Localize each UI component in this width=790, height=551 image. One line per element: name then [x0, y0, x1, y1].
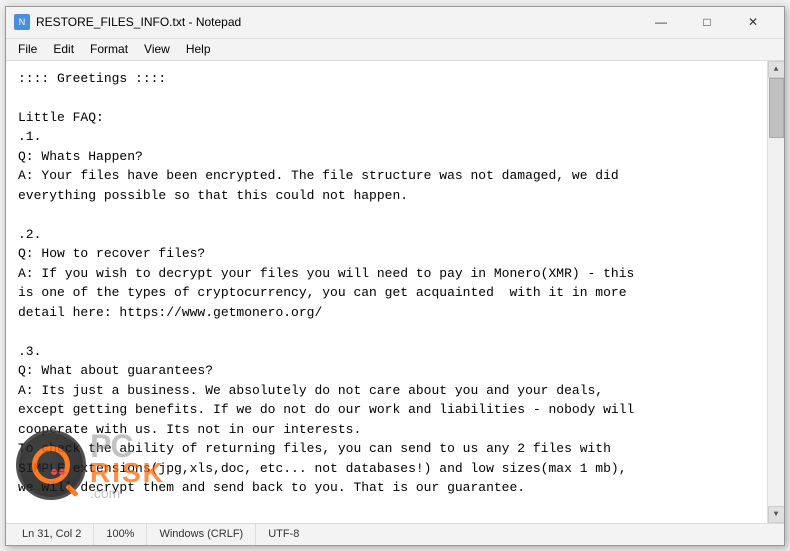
menu-bar: File Edit Format View Help	[6, 39, 784, 61]
title-bar: N RESTORE_FILES_INFO.txt - Notepad — □ ✕	[6, 7, 784, 39]
scroll-down-button[interactable]: ▼	[768, 506, 785, 523]
menu-format[interactable]: Format	[82, 40, 136, 58]
menu-edit[interactable]: Edit	[45, 40, 82, 58]
menu-help[interactable]: Help	[178, 40, 219, 58]
menu-file[interactable]: File	[10, 40, 45, 58]
content-wrapper: :::: Greetings :::: Little FAQ: .1. Q: W…	[6, 61, 784, 523]
app-icon: N	[14, 14, 30, 30]
window-title: RESTORE_FILES_INFO.txt - Notepad	[36, 15, 638, 29]
status-bar: Ln 31, Col 2 100% Windows (CRLF) UTF-8	[6, 523, 784, 545]
scrollbar[interactable]: ▲ ▼	[767, 61, 784, 523]
minimize-button[interactable]: —	[638, 6, 684, 38]
close-button[interactable]: ✕	[730, 6, 776, 38]
scroll-track[interactable]	[768, 78, 785, 506]
menu-view[interactable]: View	[136, 40, 178, 58]
maximize-button[interactable]: □	[684, 6, 730, 38]
cursor-position: Ln 31, Col 2	[10, 524, 94, 545]
encoding: UTF-8	[256, 524, 311, 545]
window-controls: — □ ✕	[638, 6, 776, 38]
line-ending: Windows (CRLF)	[147, 524, 256, 545]
scroll-thumb[interactable]	[769, 78, 784, 138]
text-content[interactable]: :::: Greetings :::: Little FAQ: .1. Q: W…	[6, 61, 767, 523]
scroll-up-button[interactable]: ▲	[768, 61, 785, 78]
zoom-level: 100%	[94, 524, 147, 545]
